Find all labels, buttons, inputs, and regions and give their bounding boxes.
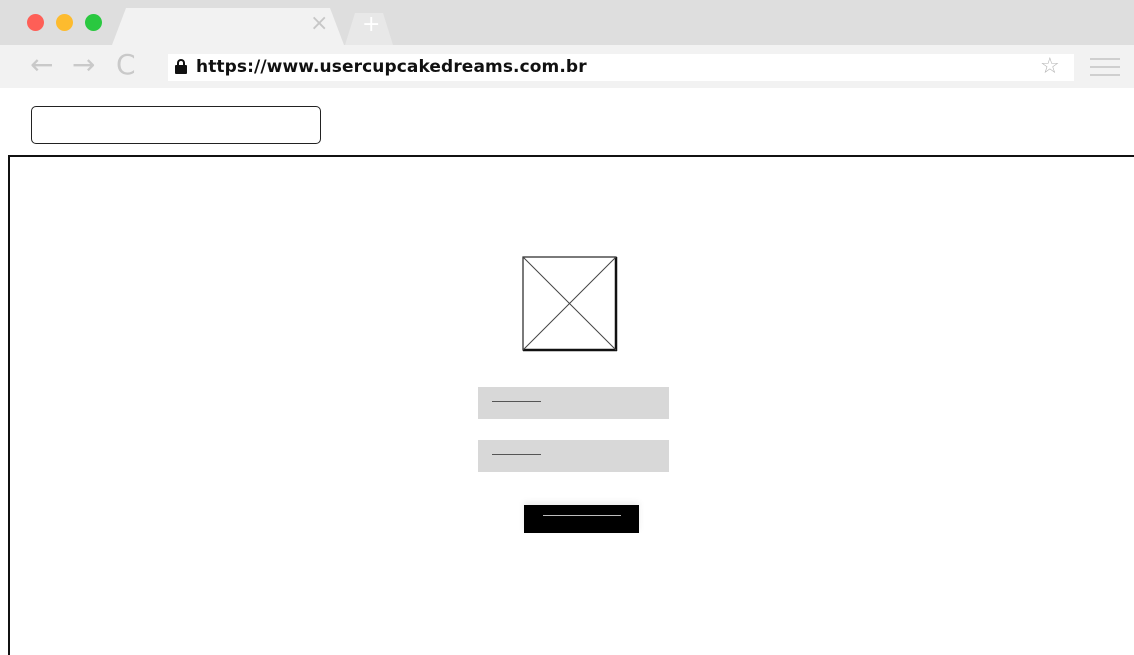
maximize-window-icon[interactable] [85, 14, 102, 31]
text-field-2[interactable] [478, 440, 669, 472]
field-placeholder-line [492, 401, 541, 402]
tab-close-icon[interactable]: × [310, 13, 328, 35]
forward-arrow-icon[interactable]: → [72, 50, 95, 80]
search-input[interactable] [31, 106, 321, 144]
bookmark-star-icon[interactable]: ☆ [1040, 55, 1060, 79]
minimize-window-icon[interactable] [56, 14, 73, 31]
lock-icon [175, 59, 187, 74]
reload-icon[interactable]: C [116, 50, 136, 80]
field-placeholder-line [492, 454, 541, 455]
url-text[interactable]: https://www.usercupcakedreams.com.br [196, 57, 587, 77]
submit-button[interactable] [524, 505, 639, 533]
button-label-line [543, 515, 621, 516]
new-tab-plus-icon[interactable]: + [362, 14, 380, 36]
image-placeholder-icon [522, 256, 618, 352]
hamburger-menu-icon[interactable] [1090, 57, 1120, 77]
back-arrow-icon[interactable]: ← [30, 50, 53, 80]
close-window-icon[interactable] [27, 14, 44, 31]
tab-strip: × + [0, 0, 1134, 45]
text-field-1[interactable] [478, 387, 669, 419]
